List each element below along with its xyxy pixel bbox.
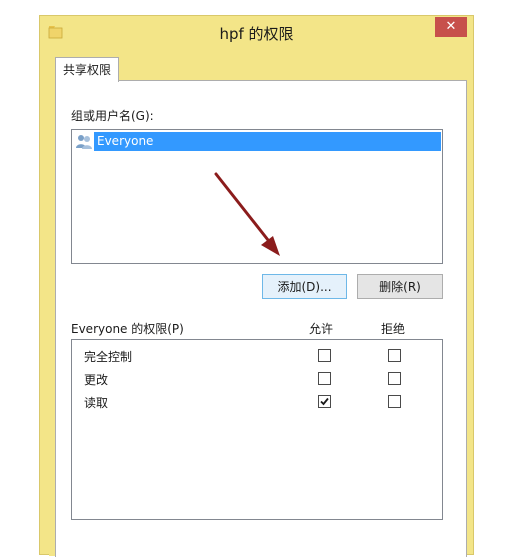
group-user-label: 组或用户名(G):	[71, 109, 154, 123]
allow-checkbox-change[interactable]	[318, 372, 331, 385]
list-item[interactable]: Everyone	[73, 132, 441, 151]
allow-checkbox-read[interactable]	[318, 395, 331, 408]
tab-panel: 组或用户名(G): Everyone 添加(D)... 删除(R) Everyo…	[55, 80, 467, 557]
close-icon: ✕	[445, 19, 457, 34]
remove-button[interactable]: 删除(R)	[357, 274, 443, 299]
group-user-list[interactable]: Everyone	[71, 129, 443, 264]
permission-row-full-control: 完全控制	[72, 346, 442, 366]
add-button[interactable]: 添加(D)...	[262, 274, 347, 299]
deny-checkbox-read[interactable]	[388, 395, 401, 408]
deny-checkbox-change[interactable]	[388, 372, 401, 385]
list-item-label: Everyone	[94, 132, 441, 151]
deny-column-header: 拒绝	[381, 322, 406, 336]
deny-checkbox-full-control[interactable]	[388, 349, 401, 362]
window-title: hpf 的权限	[219, 25, 294, 43]
permission-row-change: 更改	[72, 369, 442, 389]
users-icon	[75, 134, 93, 150]
permission-name: 完全控制	[84, 350, 133, 364]
dialog-client: 共享权限 组或用户名(G): Everyone 添加(D)... 删除(R) E…	[49, 56, 467, 557]
permissions-label: Everyone 的权限(P)	[71, 322, 184, 336]
checkmark-icon	[320, 397, 329, 406]
allow-checkbox-full-control[interactable]	[318, 349, 331, 362]
permission-name: 读取	[84, 396, 109, 410]
title-bar[interactable]: hpf 的权限 ✕	[40, 16, 473, 48]
allow-column-header: 允许	[309, 322, 334, 336]
tab-share-permissions[interactable]: 共享权限	[55, 57, 120, 82]
permission-row-read: 读取	[72, 392, 442, 412]
permissions-list: 完全控制 更改 读取	[71, 339, 443, 520]
permission-name: 更改	[84, 373, 109, 387]
dialog-window: hpf 的权限 ✕ 共享权限 组或用户名(G): Everyone 添加(D).…	[39, 15, 474, 557]
close-button[interactable]: ✕	[435, 17, 467, 37]
